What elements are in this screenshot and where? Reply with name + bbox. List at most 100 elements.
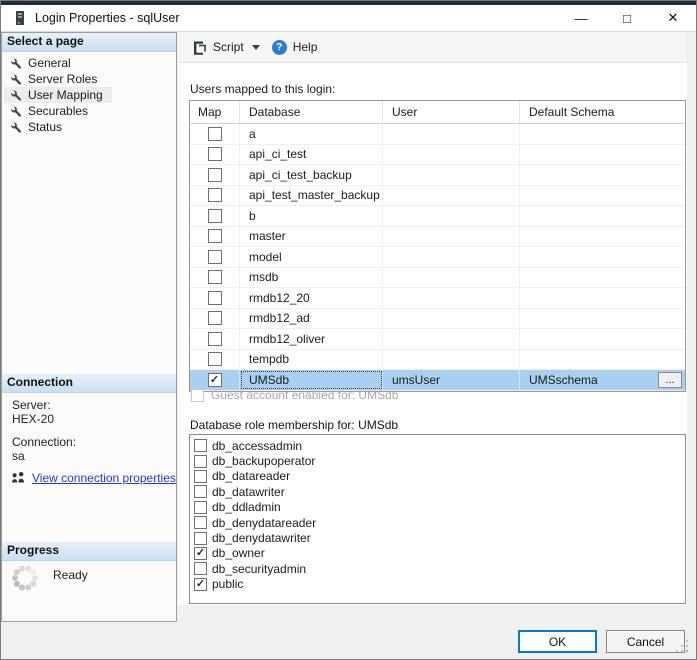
user-cell: umsUser <box>383 370 520 390</box>
role-label: db_denydatawriter <box>212 531 311 545</box>
map-checkbox[interactable] <box>208 147 222 161</box>
sidebar-item-server-roles[interactable]: Server Roles <box>4 71 106 87</box>
database-cell: a <box>240 124 383 144</box>
map-checkbox[interactable] <box>208 352 222 366</box>
map-checkbox[interactable] <box>208 250 222 264</box>
role-checkbox[interactable] <box>194 455 207 468</box>
connection-header: Connection <box>2 374 176 393</box>
progress-status: Ready <box>53 568 88 582</box>
map-checkbox[interactable] <box>208 311 222 325</box>
user-cell <box>383 186 520 206</box>
map-checkbox[interactable] <box>208 270 222 284</box>
role-label: db_ddladmin <box>212 500 281 514</box>
role-label: db_datareader <box>212 469 290 483</box>
map-checkbox[interactable] <box>208 332 222 346</box>
close-button[interactable]: ✕ <box>650 5 696 31</box>
database-cell: model <box>240 247 383 267</box>
database-cell: UMSdb <box>240 370 383 390</box>
map-checkbox[interactable] <box>208 373 222 387</box>
role-item[interactable]: db_accessadmin <box>193 438 685 453</box>
role-checkbox[interactable] <box>194 485 207 498</box>
role-membership-caption: Database role membership for: UMSdb <box>190 418 398 432</box>
script-label: Script <box>213 40 244 54</box>
database-cell: rmdb12_oliver <box>240 329 383 349</box>
map-checkbox[interactable] <box>208 168 222 182</box>
map-checkbox[interactable] <box>208 291 222 305</box>
view-connection-properties-link[interactable]: View connection properties <box>32 471 176 485</box>
column-header-user: User <box>383 101 520 123</box>
sidebar-item-general[interactable]: General <box>4 55 80 71</box>
user-cell <box>383 227 520 247</box>
role-checkbox[interactable] <box>194 578 207 591</box>
ok-button[interactable]: OK <box>518 630 597 653</box>
map-checkbox[interactable] <box>208 188 222 202</box>
schema-browse-button[interactable]: ... <box>658 372 682 388</box>
role-checkbox[interactable] <box>194 470 207 483</box>
server-value: HEX-20 <box>12 412 176 426</box>
select-a-page-header: Select a page <box>2 33 176 52</box>
title-bar[interactable]: Login Properties - sqlUser — □ ✕ <box>1 5 696 32</box>
user-cell <box>383 165 520 185</box>
mapping-row[interactable]: tempdb <box>190 350 685 371</box>
mapping-row[interactable]: master <box>190 227 685 248</box>
role-checkbox[interactable] <box>194 501 207 514</box>
map-checkbox[interactable] <box>208 209 222 223</box>
sidebar-item-user-mapping[interactable]: User Mapping <box>4 87 112 103</box>
map-checkbox[interactable] <box>208 229 222 243</box>
mapping-row[interactable]: rmdb12_oliver <box>190 329 685 350</box>
user-cell <box>383 145 520 165</box>
page-label: Securables <box>28 104 88 118</box>
sidebar-item-status[interactable]: Status <box>4 119 71 135</box>
progress-spinner-icon <box>10 563 40 593</box>
mapping-row[interactable]: model <box>190 247 685 268</box>
role-item[interactable]: db_datawriter <box>193 484 685 499</box>
role-item[interactable]: db_securityadmin <box>193 561 685 576</box>
role-label: db_owner <box>212 546 265 560</box>
role-item[interactable]: db_backupoperator <box>193 453 685 468</box>
role-checkbox[interactable] <box>194 532 207 545</box>
wrench-icon <box>10 105 22 117</box>
guest-account-row: Guest account enabled for: UMSdb <box>191 388 398 402</box>
cancel-button[interactable]: Cancel <box>606 630 685 653</box>
user-cell <box>383 206 520 226</box>
toolbar: Script Help <box>178 32 687 63</box>
role-item[interactable]: public <box>193 577 685 592</box>
mapping-row[interactable]: api_test_master_backup <box>190 186 685 207</box>
maximize-button[interactable]: □ <box>604 5 650 31</box>
role-item[interactable]: db_denydatareader <box>193 515 685 530</box>
sidebar-item-securables[interactable]: Securables <box>4 103 97 119</box>
mapping-row[interactable]: b <box>190 206 685 227</box>
user-mapping-table: Map Database User Default Schema a api_c… <box>189 100 686 392</box>
database-cell: tempdb <box>240 350 383 370</box>
role-item[interactable]: db_owner <box>193 546 685 561</box>
map-checkbox[interactable] <box>208 127 222 141</box>
role-checkbox[interactable] <box>194 562 207 575</box>
role-item[interactable]: db_denydatawriter <box>193 530 685 545</box>
users-mapped-caption: Users mapped to this login: <box>190 82 335 96</box>
user-cell <box>383 329 520 349</box>
mapping-row[interactable]: msdb <box>190 268 685 289</box>
connection-value: sa <box>12 449 176 463</box>
role-item[interactable]: db_datareader <box>193 469 685 484</box>
help-button[interactable]: Help <box>267 37 323 58</box>
mapping-row[interactable]: rmdb12_ad <box>190 309 685 330</box>
mapping-row[interactable]: api_ci_test_backup <box>190 165 685 186</box>
wrench-icon <box>10 121 22 133</box>
content-pane: Script Help Users mapped to this login: … <box>178 32 687 605</box>
wrench-icon <box>10 89 22 101</box>
database-cell: rmdb12_ad <box>240 309 383 329</box>
mapping-row[interactable]: rmdb12_20 <box>190 288 685 309</box>
minimize-button[interactable]: — <box>558 5 604 31</box>
role-label: db_denydatareader <box>212 516 316 530</box>
role-checkbox[interactable] <box>194 516 207 529</box>
role-checkbox[interactable] <box>194 439 207 452</box>
mapping-row[interactable]: a <box>190 124 685 145</box>
script-dropdown-arrow[interactable] <box>249 42 267 53</box>
role-label: db_datawriter <box>212 485 285 499</box>
role-item[interactable]: db_ddladmin <box>193 500 685 515</box>
script-button[interactable]: Script <box>187 37 249 58</box>
resize-grip[interactable] <box>686 650 688 652</box>
mapping-row[interactable]: api_ci_test <box>190 145 685 166</box>
role-checkbox[interactable] <box>194 547 207 560</box>
database-cell: master <box>240 227 383 247</box>
